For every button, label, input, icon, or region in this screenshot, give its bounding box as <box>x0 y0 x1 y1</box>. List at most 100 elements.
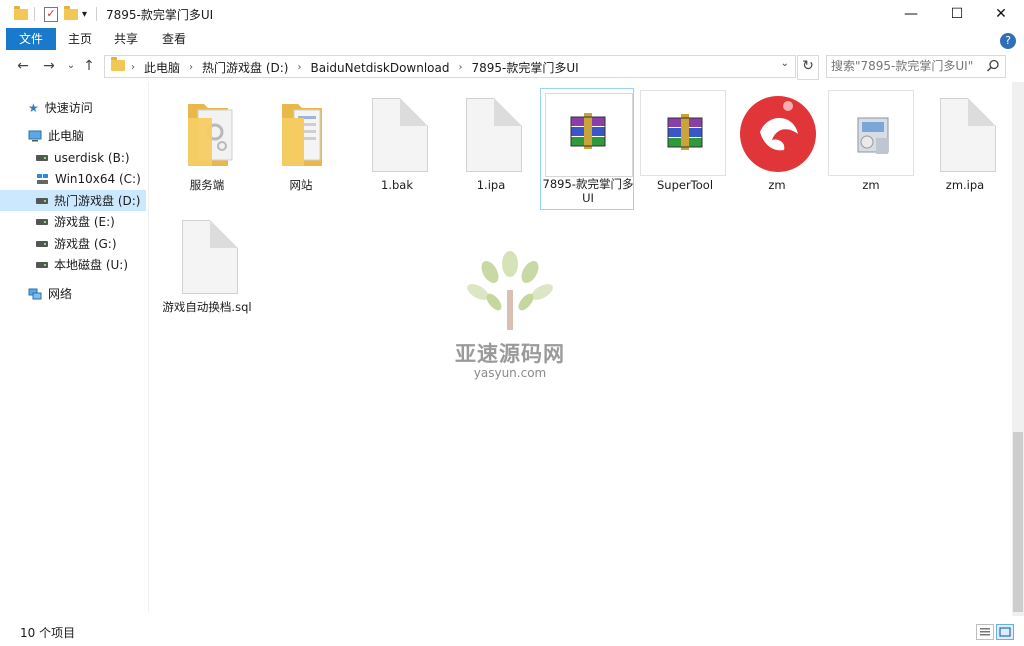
sidebar-item-label: 网络 <box>48 287 73 301</box>
file-name: SuperTool <box>656 178 714 192</box>
status-bar: 10 个项目 <box>0 616 1024 646</box>
scrollbar-thumb[interactable] <box>1013 432 1023 612</box>
sidebar-item-label: 热门游戏盘 (D:) <box>54 194 141 208</box>
breadcrumb-drive-d[interactable]: 热门游戏盘 (D:) <box>202 59 288 76</box>
breadcrumb-separator[interactable]: › <box>459 62 463 73</box>
blank-file-icon <box>168 214 246 296</box>
sidebar-item-drive-g[interactable]: 游戏盘 (G:) <box>0 233 146 254</box>
separator <box>34 6 35 22</box>
address-dropdown-icon[interactable]: ⌄ <box>781 58 789 69</box>
drive-icon <box>36 154 48 161</box>
sidebar-item-quick-access[interactable]: ★ 快速访问 <box>0 97 146 118</box>
file-name: 网站 <box>289 178 313 192</box>
file-item[interactable]: zm <box>824 90 918 210</box>
new-folder-icon[interactable] <box>64 5 78 22</box>
search-icon[interactable] <box>985 58 1001 74</box>
star-icon: ★ <box>28 100 39 115</box>
refresh-button[interactable]: ↻ <box>797 55 819 80</box>
file-name: zm.ipa <box>945 178 985 192</box>
minimize-button[interactable]: — <box>888 0 934 28</box>
breadcrumb-this-pc[interactable]: 此电脑 <box>144 59 180 76</box>
file-item[interactable]: 服务端 <box>160 90 254 210</box>
file-name: zm <box>768 178 786 192</box>
sidebar-item-label: userdisk (B:) <box>54 150 130 165</box>
large-icons-view-icon <box>999 627 1011 637</box>
blank-file-icon <box>926 92 1004 174</box>
tab-share[interactable]: 共享 <box>108 28 144 50</box>
details-view-icon <box>980 628 990 636</box>
breadcrumb-separator: › <box>131 62 135 73</box>
file-item[interactable]: 网站 <box>254 90 348 210</box>
tree-logo-icon <box>467 251 553 330</box>
search-input[interactable] <box>831 58 981 74</box>
breadcrumb-separator[interactable]: › <box>189 62 193 73</box>
file-name: 1.bak <box>381 178 413 192</box>
breadcrumb-separator[interactable]: › <box>297 62 301 73</box>
up-button[interactable]: ↑ <box>80 58 98 74</box>
sidebar-item-drive-e[interactable]: 游戏盘 (E:) <box>0 211 146 232</box>
watermark-title: 亚速源码网 <box>455 342 565 366</box>
large-icons-view-button[interactable] <box>996 624 1014 640</box>
help-button[interactable]: ? <box>1000 33 1016 49</box>
sidebar-item-drive-b[interactable]: userdisk (B:) <box>0 147 146 168</box>
file-name: zm <box>862 178 880 192</box>
sidebar-item-label: 此电脑 <box>48 129 85 143</box>
tab-file[interactable]: 文件 <box>6 28 56 50</box>
sidebar-item-label: Win10x64 (C:) <box>55 171 141 186</box>
maximize-button[interactable]: ☐ <box>934 0 980 28</box>
sidebar-item-drive-d[interactable]: 热门游戏盘 (D:) <box>0 190 146 211</box>
item-count: 10 个项目 <box>20 626 76 640</box>
sidebar-item-label: 游戏盘 (E:) <box>54 215 115 229</box>
file-name: 服务端 <box>189 178 225 192</box>
details-view-button[interactable] <box>976 624 994 640</box>
winrar-archive-icon <box>570 113 606 149</box>
back-button[interactable]: ← <box>14 58 32 74</box>
drive-icon <box>36 240 48 247</box>
network-icon <box>28 288 42 299</box>
blank-file-icon <box>452 92 530 174</box>
file-item[interactable]: 1.ipa <box>444 90 538 210</box>
watermark: 亚速源码网 yasyun.com <box>440 250 580 380</box>
forward-button[interactable]: → <box>40 58 58 74</box>
sidebar-item-drive-c[interactable]: Win10x64 (C:) <box>0 168 146 189</box>
recent-locations-button[interactable]: ⌄ <box>62 58 80 74</box>
file-item[interactable]: zm <box>730 90 824 210</box>
windows-drive-icon <box>37 173 48 184</box>
window-title: 7895-款完掌门多UI <box>106 8 214 22</box>
tab-view[interactable]: 查看 <box>156 28 192 50</box>
breadcrumb-baidunetdisk[interactable]: BaiduNetdiskDownload <box>310 61 449 75</box>
watermark-subtitle: yasyun.com <box>473 366 547 380</box>
search-box[interactable] <box>826 55 1006 78</box>
winrar-archive-icon <box>667 114 703 150</box>
folder-icon <box>282 104 322 166</box>
file-item-selected[interactable]: 7895-款完掌门多UI <box>540 88 634 210</box>
sidebar-item-this-pc[interactable]: 此电脑 <box>0 125 146 146</box>
installer-icon <box>857 117 889 154</box>
folder-icon <box>188 104 233 166</box>
vertical-scrollbar[interactable] <box>1012 82 1024 616</box>
breadcrumb-current-folder[interactable]: 7895-款完掌门多UI <box>472 59 579 76</box>
file-item[interactable]: 游戏自动换档.sql <box>160 212 254 332</box>
file-item[interactable]: 1.bak <box>350 90 444 210</box>
breadcrumb: › 此电脑 › 热门游戏盘 (D:) › BaiduNetdiskDownloa… <box>131 59 579 76</box>
drive-icon <box>36 197 48 204</box>
sidebar-item-label: 本地磁盘 (U:) <box>54 258 129 272</box>
blank-file-icon <box>358 92 436 174</box>
file-list: 服务端 网站 1.bak 1.ipa 7895-款完掌门多UI SuperToo… <box>150 82 1012 612</box>
navigation-pane: ★ 快速访问 此电脑 userdisk (B:) Win10x64 (C:) 热… <box>0 82 149 612</box>
file-item[interactable]: zm.ipa <box>918 90 1012 210</box>
close-button[interactable]: ✕ <box>978 0 1024 28</box>
address-bar[interactable]: › 此电脑 › 热门游戏盘 (D:) › BaiduNetdiskDownloa… <box>104 55 796 78</box>
sidebar-item-label: 游戏盘 (G:) <box>54 237 117 251</box>
folder-icon <box>111 57 125 71</box>
file-item[interactable]: SuperTool <box>638 90 732 210</box>
quick-access-dropdown-icon[interactable]: ▾ <box>82 6 87 22</box>
file-name: 7895-款完掌门多UI <box>542 177 634 205</box>
tab-home[interactable]: 主页 <box>62 28 98 50</box>
sidebar-item-drive-u[interactable]: 本地磁盘 (U:) <box>0 254 146 275</box>
properties-icon[interactable]: ✓ <box>44 6 58 22</box>
folder-icon <box>14 5 28 22</box>
sidebar-item-network[interactable]: 网络 <box>0 283 146 304</box>
app-logo-icon <box>740 96 816 172</box>
separator <box>96 6 97 22</box>
